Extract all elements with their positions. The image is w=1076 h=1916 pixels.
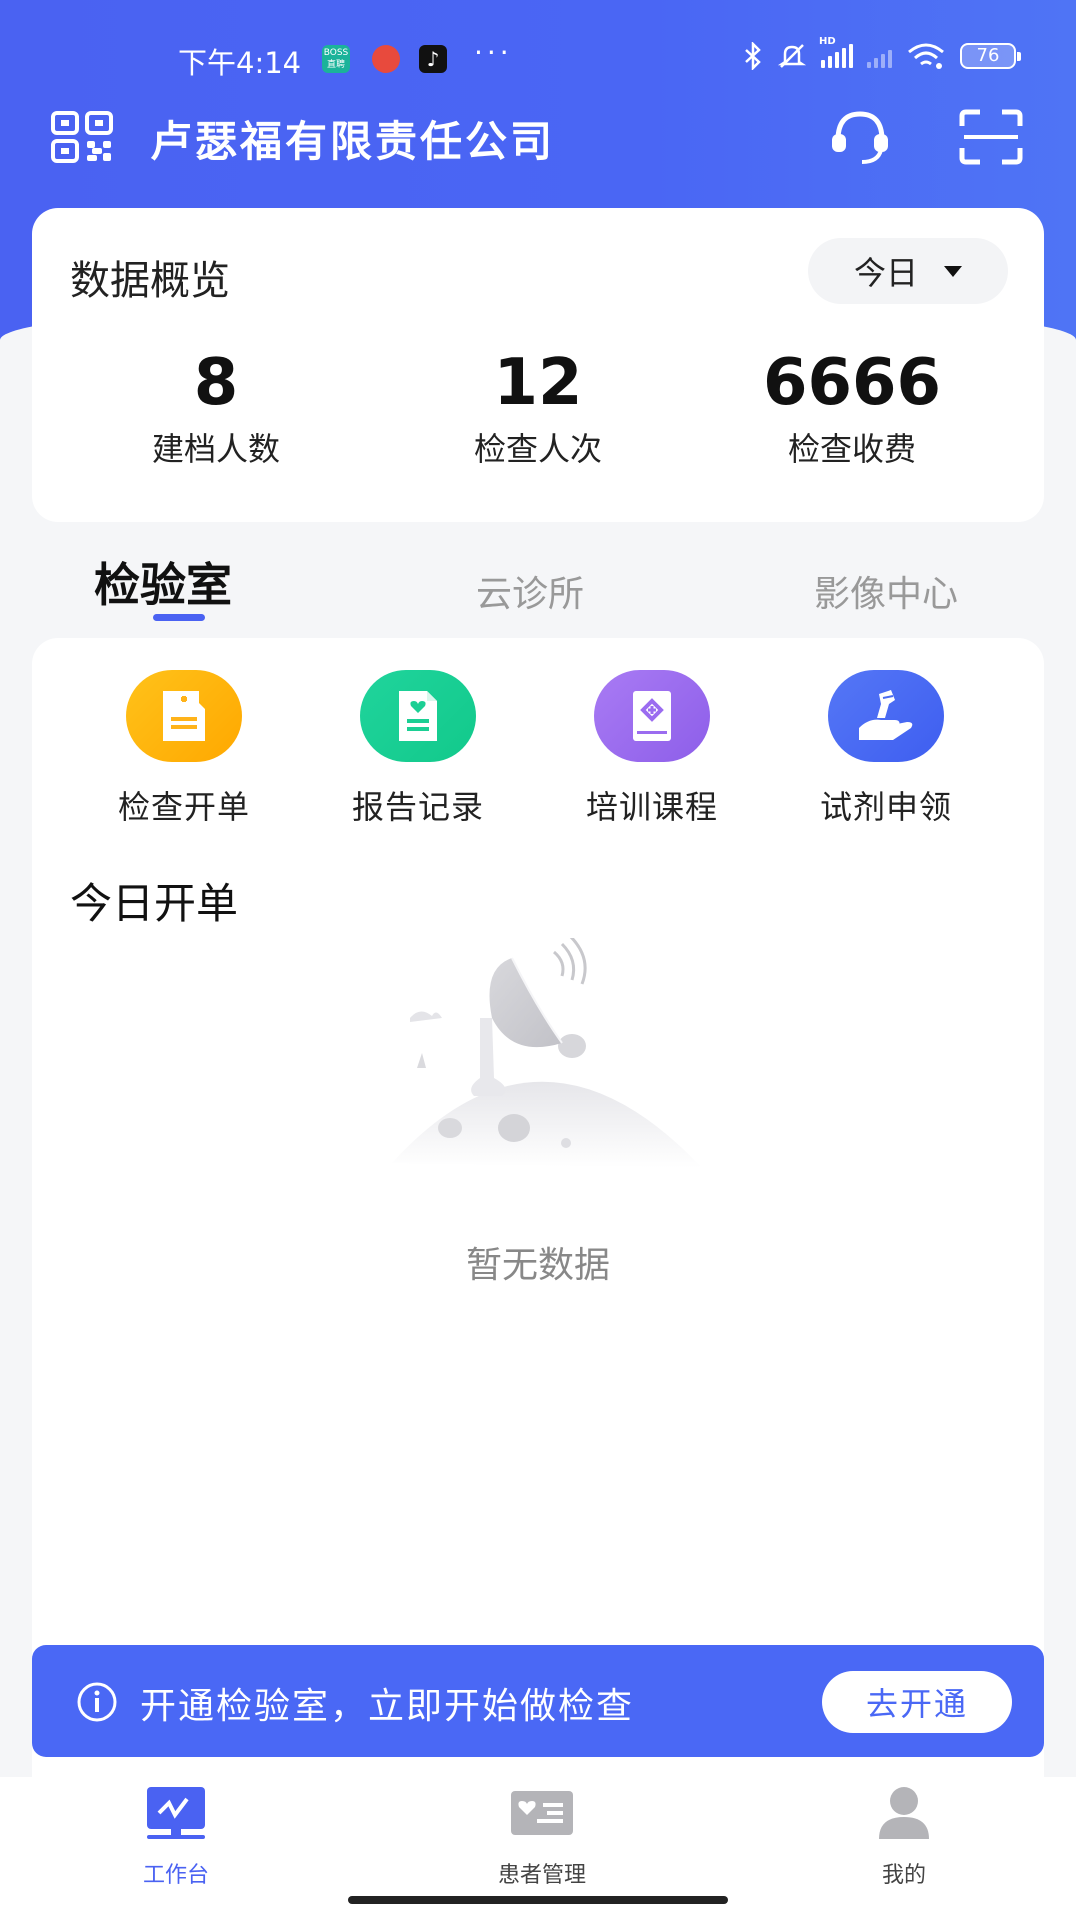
training-course-icon <box>594 670 710 762</box>
nav-item-profile[interactable]: 我的 <box>804 1785 1004 1889</box>
quick-action-reagent-request[interactable]: 试剂申领 <box>796 670 976 828</box>
app-red-icon <box>372 45 400 73</box>
tiktok-icon: ♪ <box>419 45 447 73</box>
report-record-icon <box>360 670 476 762</box>
today-orders-title: 今日开单 <box>70 879 239 928</box>
nav-label: 患者管理 <box>497 1863 586 1888</box>
stat-exam-visits[interactable]: 12 检查人次 <box>388 348 688 470</box>
workbench-icon <box>147 1787 205 1839</box>
profile-icon <box>879 1787 929 1839</box>
signal-1-icon: HD <box>819 36 853 68</box>
nav-item-workbench[interactable]: 工作台 <box>76 1785 276 1889</box>
scan-icon[interactable] <box>958 108 1024 166</box>
go-activate-button[interactable]: 去开通 <box>822 1671 1012 1733</box>
quick-action-label: 检查开单 <box>117 788 250 826</box>
data-overview-card: 数据概览 今日 8 建档人数 12 检查人次 6666 检查收费 <box>32 208 1044 522</box>
company-name: 卢瑟福有限责任公司 <box>150 117 556 166</box>
stat-label: 检查人次 <box>473 430 602 468</box>
mute-bell-icon <box>777 44 807 68</box>
active-tab-indicator <box>153 614 205 621</box>
quick-action-label: 报告记录 <box>351 788 484 826</box>
reagent-request-icon <box>828 670 944 762</box>
stat-value: 12 <box>493 346 583 420</box>
battery-icon: 76 <box>960 43 1021 69</box>
lab-content-card: 检查开单 报告记录 培训课程 试剂申领 今日开单 暂无数据 <box>32 638 1044 1778</box>
quick-action-training-course[interactable]: 培训课程 <box>562 670 742 828</box>
quick-action-exam-order[interactable]: 检查开单 <box>94 670 274 828</box>
nav-label: 工作台 <box>142 1863 209 1888</box>
bluetooth-icon <box>745 42 761 70</box>
home-indicator[interactable] <box>348 1896 728 1904</box>
overview-title: 数据概览 <box>70 258 230 304</box>
info-icon <box>77 1682 117 1722</box>
nav-label: 我的 <box>881 1863 926 1888</box>
quick-action-report-record[interactable]: 报告记录 <box>328 670 508 828</box>
headset-icon[interactable] <box>828 106 892 166</box>
signal-2-icon <box>867 44 892 68</box>
stat-label: 建档人数 <box>151 430 280 468</box>
quick-action-label: 培训课程 <box>585 788 718 826</box>
app-header: 卢瑟福有限责任公司 <box>0 100 1076 170</box>
qr-code-icon[interactable] <box>50 110 116 164</box>
banner-message: 开通检验室，立即开始做检查 <box>140 1686 635 1727</box>
status-indicators: HD 76 <box>743 36 1021 70</box>
hd-label: HD <box>819 36 836 47</box>
stat-value: 6666 <box>762 346 942 420</box>
stat-exam-fees[interactable]: 6666 检查收费 <box>702 348 1002 470</box>
period-dropdown[interactable]: 今日 <box>808 238 1008 304</box>
exam-order-icon <box>126 670 242 762</box>
tab-lab[interactable]: 检验室 <box>94 549 232 615</box>
patient-card-icon <box>511 1791 573 1835</box>
caret-down-icon <box>944 265 962 277</box>
more-notifications-icon: ··· <box>474 36 513 69</box>
stat-archived-count[interactable]: 8 建档人数 <box>66 348 366 470</box>
empty-state-text: 暂无数据 <box>465 1245 610 1286</box>
open-lab-banner: 开通检验室，立即开始做检查 去开通 <box>32 1645 1044 1757</box>
status-bar: 下午4:14 BOSS 直聘 ♪ ··· HD 76 <box>0 36 1076 80</box>
stat-label: 检查收费 <box>787 430 916 468</box>
quick-action-label: 试剂申领 <box>819 788 952 826</box>
tab-imaging-center[interactable]: 影像中心 <box>814 565 958 617</box>
status-time: 下午4:14 <box>178 46 302 80</box>
period-value: 今日 <box>853 254 918 292</box>
stat-value: 8 <box>193 346 239 420</box>
tab-cloud-clinic[interactable]: 云诊所 <box>476 565 584 617</box>
boss-zhipin-icon: BOSS 直聘 <box>322 45 350 73</box>
wifi-icon <box>908 43 944 69</box>
empty-satellite-dish-illustration <box>392 938 702 1168</box>
nav-item-patient-management[interactable]: 患者管理 <box>442 1785 642 1889</box>
